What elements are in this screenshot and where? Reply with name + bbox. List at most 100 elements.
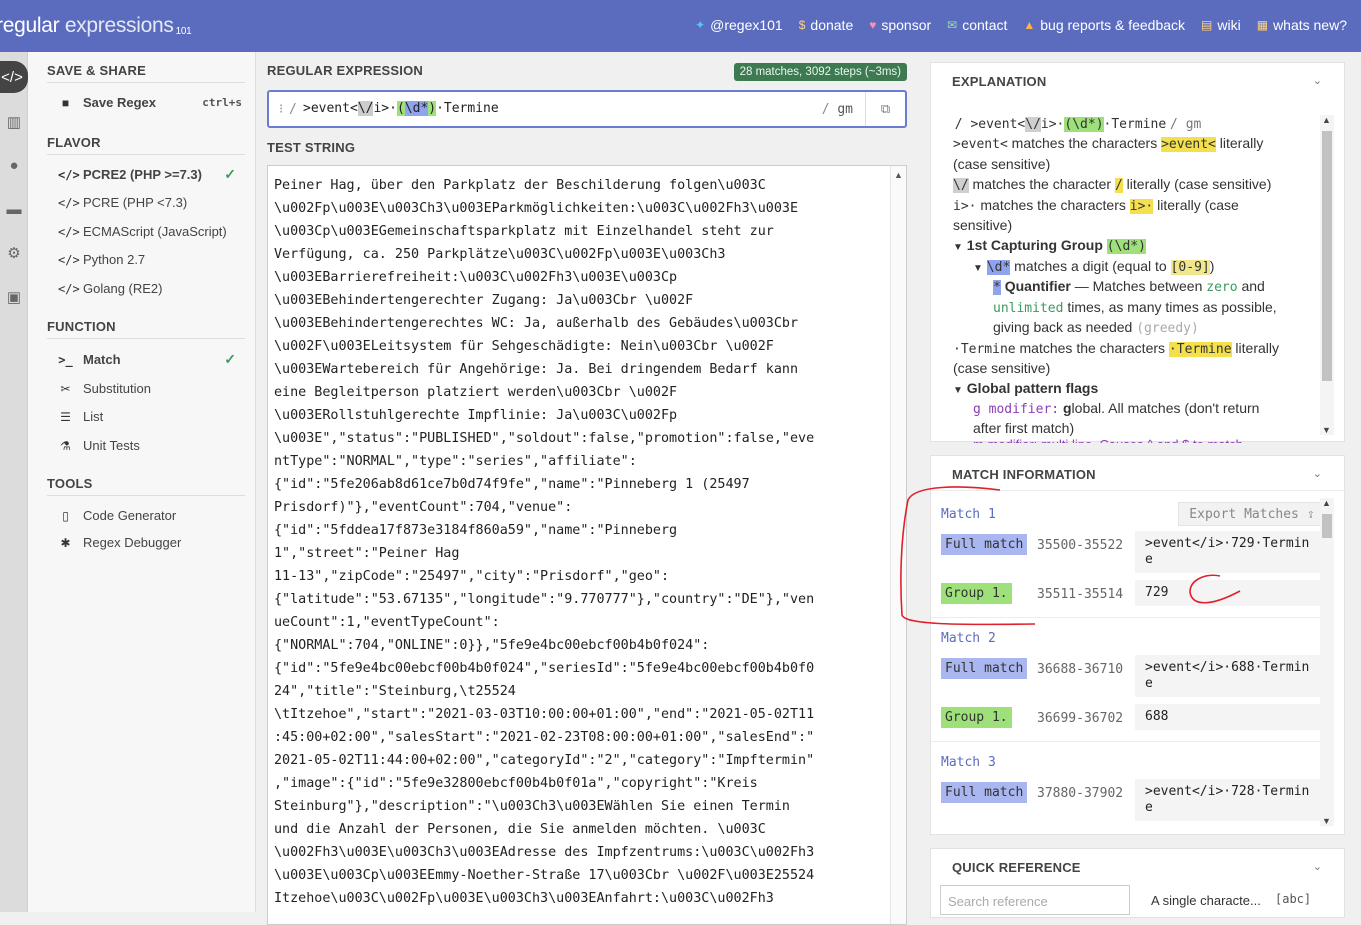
explanation-scrollbar[interactable]: ▲ ▼ [1320,115,1334,435]
expl-token: / >event< [954,117,1026,132]
flavor-golang[interactable]: </> Golang (RE2) [58,281,238,296]
tool-regex-debugger[interactable]: ✱ Regex Debugger [58,535,238,550]
test-string-line: \u003ERollstuhlgerechte Impflinie: Ja\u0… [274,408,678,423]
check-icon: ✓ [224,166,236,182]
nav-bug-reports[interactable]: ▲ bug reports & feedback [1023,17,1185,33]
nav-wiki[interactable]: ▤ wiki [1201,17,1241,33]
expl-text: ) [1209,258,1215,274]
chat-icon[interactable]: ▣ [2,282,26,312]
search-reference-input[interactable]: Search reference [940,885,1130,915]
match-range: 35511-35514 [1037,587,1124,602]
function-unit-tests[interactable]: ⚗ Unit Tests [58,438,238,453]
expl-highlight: / [1114,178,1123,193]
expl-group-label: 1st Capturing Group [966,237,1107,253]
match-value[interactable]: 688 [1135,704,1321,730]
nav-sponsor[interactable]: ♥ sponsor [869,17,931,33]
regex-input[interactable]: ⁝ / >event<\/i>·(\d*)·Termine / gm ⧉ [267,90,907,128]
drag-handle-icon[interactable]: ⁝ [279,102,283,117]
scroll-thumb[interactable] [1322,131,1332,381]
nav-twitter[interactable]: ✦ @regex101 [695,17,783,33]
test-string-scrollbar[interactable]: ▲ [890,166,906,924]
tool-code-generator[interactable]: ▯ Code Generator [58,508,238,523]
reference-item[interactable]: A single characte... [1151,893,1261,908]
scroll-down-icon[interactable]: ▼ [1322,816,1331,826]
nav-whats-new-label: whats new? [1273,17,1347,33]
left-sidebar: SAVE & SHARE ■ Save Regex ctrl+s FLAVOR … [28,52,256,912]
chevron-down-icon[interactable]: ⌄ [1313,860,1322,873]
test-string-line: \u003EBehindertengerechtes WC: Ja, außer… [274,316,799,331]
flavor-python[interactable]: </> Python 2.7 [58,252,238,267]
copy-icon[interactable]: ⧉ [865,92,905,126]
regex-delimiter-close[interactable]: / gm [822,102,853,117]
regex-token-escape: \/ [357,101,374,116]
function-match[interactable]: >_ Match ✓ [58,351,238,367]
regex101-logo[interactable]: regular expressions 101 [0,14,192,38]
icon-rail: </> ▥ ● ▬ ⚙ ▣ [0,52,28,912]
match-value[interactable]: 729 [1135,580,1321,606]
export-matches-label: Export Matches [1189,506,1299,522]
regex-token: i>· [373,101,397,116]
match-range: 35500-35522 [1037,538,1124,553]
regex-token-digit: \d* [404,101,429,116]
expl-text: literally (case [1153,197,1239,213]
function-list[interactable]: ☰ List [58,409,238,424]
save-regex-button[interactable]: ■ Save Regex ctrl+s [58,95,242,110]
chevron-down-icon[interactable]: ⌄ [1313,467,1322,480]
match-value[interactable]: >event</i>·729·Termine [1135,531,1321,573]
test-string-editor[interactable]: Peiner Hag, über den Parkplatz der Besch… [267,165,907,925]
nav-contact[interactable]: ✉ contact [947,17,1007,33]
function-label: Match [83,352,121,367]
check-icon: ✓ [224,351,236,367]
expl-text: times, as many times as possible, [1063,299,1277,315]
regex-editor-icon[interactable]: </> [0,61,28,93]
scroll-thumb[interactable] [1322,514,1332,538]
full-match-tag: Full match [941,658,1028,679]
test-string-line: \u002F\u003ELeitsystem für Sehgeschädigt… [274,339,774,354]
gamepad-icon[interactable]: ▬ [2,194,26,224]
settings-icon[interactable]: ⚙ [2,238,26,268]
test-string-text[interactable]: Peiner Hag, über den Parkplatz der Besch… [274,174,878,910]
code-icon: </> [58,252,80,267]
nav-donate[interactable]: $ donate [799,17,854,33]
flavor-pcre2[interactable]: </> PCRE2 (PHP >=7.3) ✓ [58,166,238,182]
regex-token-group-close: ) [428,101,437,116]
regex-token-group-open: ( [396,101,405,116]
test-string-line: :45:00+02:00","salesStart":"2021-02-23T0… [274,730,815,745]
flavor-ecmascript[interactable]: </> ECMAScript (JavaScript) [58,224,238,239]
match-scrollbar[interactable]: ▲ ▼ [1320,498,1334,826]
match-value[interactable]: >event</i>·728·Termine [1135,779,1321,821]
caret-down-icon: ▼ [953,242,963,253]
expl-line-quantifier-cont2: giving back as needed (greedy) [993,317,1333,340]
nav-donate-label: donate [810,17,854,33]
dollar-icon: $ [798,18,806,32]
nav-whats-new[interactable]: ▦ whats new? [1257,17,1347,33]
quick-reference-title: QUICK REFERENCE [952,860,1081,875]
scroll-down-icon[interactable]: ▼ [1322,425,1331,435]
scroll-up-icon[interactable]: ▲ [1322,498,1331,508]
expl-highlight: ·Termine [1168,342,1232,357]
expl-token: (\d*) [1064,117,1104,132]
scroll-up-icon[interactable]: ▲ [1322,115,1331,125]
export-matches-button[interactable]: Export Matches ⇪ [1178,502,1326,526]
expl-text: matches the characters [1015,340,1169,356]
match-value[interactable]: >event</i>·688·Termine [1135,655,1321,697]
expl-token: ·Termine [1103,117,1167,132]
flavor-label: PCRE2 (PHP >=7.3) [83,167,202,182]
function-label: List [83,409,104,424]
library-icon[interactable]: ▥ [2,107,26,137]
scroll-up-icon[interactable]: ▲ [894,170,903,180]
divider [931,741,1321,742]
function-label: Unit Tests [83,438,140,453]
expl-highlight: [0-9] [1170,260,1210,275]
expl-group-1[interactable]: ▼ 1st Capturing Group (\d*) [953,235,1318,259]
regex-expression[interactable]: >event<\/i>·(\d*)·Termine [303,101,499,116]
function-substitution[interactable]: ✂ Substitution [58,381,238,396]
warning-icon: ▲ [1023,18,1036,32]
flavor-label: Python 2.7 [83,252,146,267]
test-string-line: {"NORMAL":704,"ONLINE":0}},"5fe9e4bc00eb… [274,638,710,653]
match-info-title: MATCH INFORMATION [952,467,1096,482]
chevron-down-icon[interactable]: ⌄ [1313,74,1322,87]
user-icon[interactable]: ● [2,150,26,180]
flavor-pcre[interactable]: </> PCRE (PHP <7.3) [58,195,238,210]
expl-token: ·Termine [953,342,1016,357]
